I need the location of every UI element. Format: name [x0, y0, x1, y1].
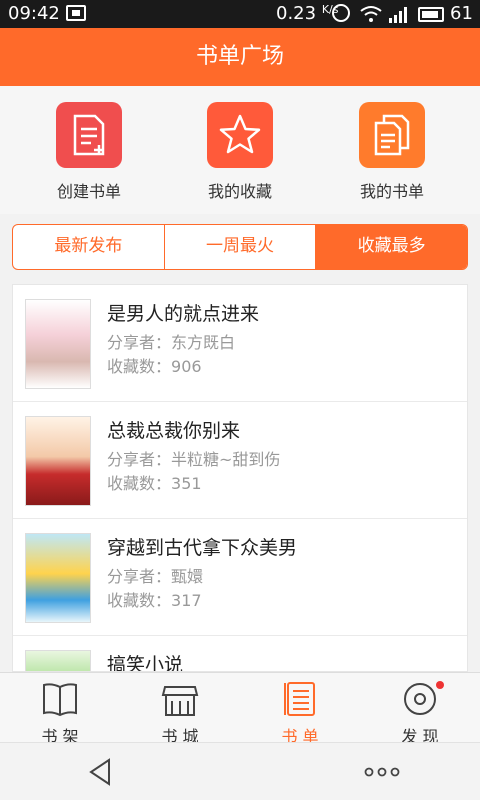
book-sharer: 分享者：甄嬛 — [107, 567, 204, 586]
tab-most-favorited[interactable]: 收藏最多 — [316, 225, 467, 269]
notification-icon — [66, 5, 86, 21]
more-icon[interactable] — [364, 767, 400, 777]
book-title: 搞笑小说 — [107, 654, 184, 672]
action-label: 我的书单 — [359, 182, 424, 201]
book-cover — [25, 416, 91, 506]
alarm-icon — [332, 4, 350, 22]
bottom-nav: 书 架 书 城 书 单 发 现 — [0, 672, 480, 746]
booklist-icon — [284, 682, 315, 716]
book-title: 是男人的就点进来 — [107, 303, 260, 325]
nav-discover[interactable]: 发 现 — [360, 673, 480, 746]
book-favorites: 收藏数：317 — [107, 591, 202, 610]
my-favorites-button[interactable]: 我的收藏 — [175, 102, 305, 202]
book-cover — [25, 533, 91, 623]
system-nav-bar — [0, 742, 480, 800]
network-speed: 0.23 K/s — [276, 3, 339, 24]
tab-weekly-hot[interactable]: 一周最火 — [165, 225, 317, 269]
sort-tabs: 最新发布 一周最火 收藏最多 — [12, 224, 468, 270]
action-label: 创建书单 — [56, 182, 121, 201]
list-item[interactable]: 是男人的就点进来 分享者：东方既白 收藏数：906 — [13, 285, 467, 402]
book-cover — [25, 299, 91, 389]
create-list-button[interactable]: 创建书单 — [24, 102, 154, 202]
book-favorites: 收藏数：906 — [107, 357, 202, 376]
star-icon — [207, 102, 273, 168]
create-list-icon — [56, 102, 122, 168]
book-cover — [25, 650, 91, 671]
back-icon[interactable] — [88, 758, 112, 786]
status-time: 09:42 — [8, 3, 60, 24]
battery-icon — [418, 7, 444, 22]
discover-icon — [404, 683, 436, 715]
list-item[interactable]: 穿越到古代拿下众美男 分享者：甄嬛 收藏数：317 — [13, 519, 467, 636]
tab-latest[interactable]: 最新发布 — [13, 225, 165, 269]
quick-actions: 创建书单 我的收藏 我的书单 — [0, 86, 480, 214]
book-sharer: 分享者：东方既白 — [107, 333, 236, 352]
my-lists-icon — [359, 102, 425, 168]
list-item[interactable]: 总裁总裁你别来 分享者：半粒糖~甜到伤 收藏数：351 — [13, 402, 467, 519]
book-title: 穿越到古代拿下众美男 — [107, 537, 298, 559]
book-favorites: 收藏数：351 — [107, 474, 202, 493]
book-sharer: 分享者：半粒糖~甜到伤 — [107, 450, 281, 469]
bookshelf-icon — [43, 683, 77, 717]
bookstore-icon — [161, 686, 199, 716]
booklist-list: 是男人的就点进来 分享者：东方既白 收藏数：906 总裁总裁你别来 分享者：半粒… — [12, 284, 468, 672]
book-title: 总裁总裁你别来 — [107, 420, 241, 442]
list-item[interactable]: 搞笑小说 — [13, 636, 467, 672]
wifi-icon — [360, 6, 382, 22]
action-label: 我的收藏 — [207, 182, 272, 201]
signal-icon — [389, 7, 407, 23]
status-bar: 09:42 0.23 K/s 61 — [0, 0, 480, 28]
notification-dot — [436, 681, 444, 689]
nav-bookshelf[interactable]: 书 架 — [0, 673, 120, 746]
nav-bookstore[interactable]: 书 城 — [120, 673, 240, 746]
nav-booklist[interactable]: 书 单 — [240, 673, 360, 746]
my-lists-button[interactable]: 我的书单 — [327, 102, 457, 202]
battery-level: 61 — [450, 3, 473, 24]
page-title: 书单广场 — [0, 28, 480, 86]
